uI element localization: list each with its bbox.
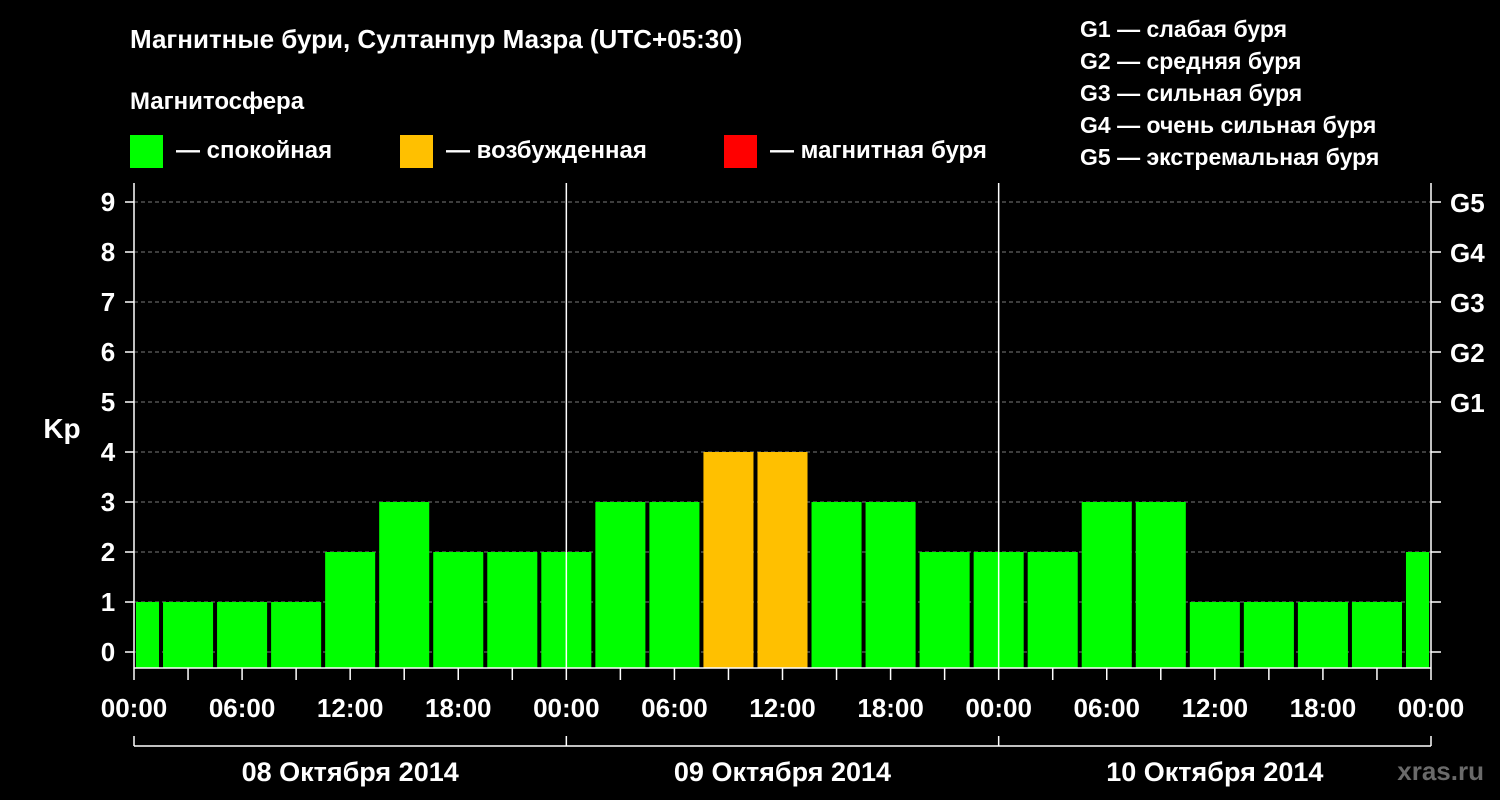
- g-level-label-g2: G2: [1450, 338, 1485, 368]
- y-tick-label-5: 5: [101, 387, 115, 417]
- legend-label-active: — возбужденная: [446, 137, 647, 164]
- y-tick-label-7: 7: [101, 287, 115, 317]
- x-tick-label-2: 12:00: [317, 693, 384, 723]
- legend-label-quiet: — спокойная: [176, 137, 332, 164]
- y-tick-label-0: 0: [101, 637, 115, 667]
- x-tick-label-3: 18:00: [425, 693, 492, 723]
- x-tick-label-1: 06:00: [209, 693, 276, 723]
- watermark: xras.ru: [1397, 756, 1484, 786]
- kp-bar-19: [1135, 502, 1186, 668]
- g-scale-g4: G4 — очень сильная буря: [1080, 112, 1376, 138]
- kp-bar-2: [217, 602, 268, 668]
- kp-bar-0: [136, 602, 160, 668]
- x-tick-label-8: 00:00: [965, 693, 1032, 723]
- kp-bar-15: [919, 552, 970, 668]
- g-level-label-g4: G4: [1450, 238, 1485, 268]
- legend-label-storm: — магнитная буря: [770, 137, 987, 164]
- kp-bar-22: [1297, 602, 1348, 668]
- day-label-0: 08 Октября 2014: [242, 757, 459, 787]
- y-tick-label-8: 8: [101, 237, 115, 267]
- y-tick-label-9: 9: [101, 187, 115, 217]
- kp-bar-18: [1081, 502, 1132, 668]
- kp-bar-6: [433, 552, 484, 668]
- day-label-1: 09 Октября 2014: [674, 757, 891, 787]
- kp-bar-3: [271, 602, 322, 668]
- y-tick-label-6: 6: [101, 337, 115, 367]
- kp-bar-5: [379, 502, 430, 668]
- kp-bar-10: [649, 502, 700, 668]
- kp-bar-4: [325, 552, 376, 668]
- kp-bar-9: [595, 502, 646, 668]
- y-tick-label-1: 1: [101, 587, 115, 617]
- x-tick-label-4: 00:00: [533, 693, 600, 723]
- g-level-label-g5: G5: [1450, 188, 1485, 218]
- x-tick-label-5: 06:00: [641, 693, 708, 723]
- x-tick-label-7: 18:00: [857, 693, 924, 723]
- g-scale-g2: G2 — средняя буря: [1080, 48, 1301, 74]
- x-tick-label-9: 06:00: [1074, 693, 1141, 723]
- kp-bar-1: [163, 602, 214, 668]
- legend-swatch-quiet: [130, 135, 163, 168]
- kp-bar-12: [757, 452, 808, 668]
- chart-title: Магнитные бури, Султанпур Мазра (UTC+05:…: [130, 24, 742, 54]
- x-tick-label-12: 00:00: [1398, 693, 1465, 723]
- y-tick-label-2: 2: [101, 537, 115, 567]
- kp-bar-24: [1405, 552, 1429, 668]
- x-tick-label-6: 12:00: [749, 693, 816, 723]
- g-scale-g5: G5 — экстремальная буря: [1080, 144, 1379, 170]
- kp-bar-11: [703, 452, 754, 668]
- g-scale-g3: G3 — сильная буря: [1080, 80, 1302, 106]
- x-tick-label-10: 12:00: [1182, 693, 1249, 723]
- y-tick-label-4: 4: [101, 437, 116, 467]
- kp-chart: Магнитные бури, Султанпур Мазра (UTC+05:…: [43, 16, 1485, 787]
- kp-bar-14: [865, 502, 916, 668]
- kp-bar-13: [811, 502, 862, 668]
- y-axis-label: Kp: [43, 413, 80, 444]
- legend-swatch-storm: [724, 135, 757, 168]
- kp-bar-17: [1027, 552, 1078, 668]
- g-level-label-g1: G1: [1450, 388, 1485, 418]
- legend-swatch-active: [400, 135, 433, 168]
- chart-subtitle: Магнитосфера: [130, 88, 305, 115]
- y-tick-label-3: 3: [101, 487, 115, 517]
- x-tick-label-11: 18:00: [1290, 693, 1357, 723]
- kp-bar-7: [487, 552, 538, 668]
- g-level-label-g3: G3: [1450, 288, 1485, 318]
- g-scale-g1: G1 — слабая буря: [1080, 16, 1287, 42]
- day-label-2: 10 Октября 2014: [1106, 757, 1323, 787]
- x-tick-label-0: 00:00: [101, 693, 168, 723]
- bars: [136, 452, 1429, 668]
- kp-bar-23: [1351, 602, 1402, 668]
- kp-bar-20: [1189, 602, 1240, 668]
- kp-bar-21: [1243, 602, 1294, 668]
